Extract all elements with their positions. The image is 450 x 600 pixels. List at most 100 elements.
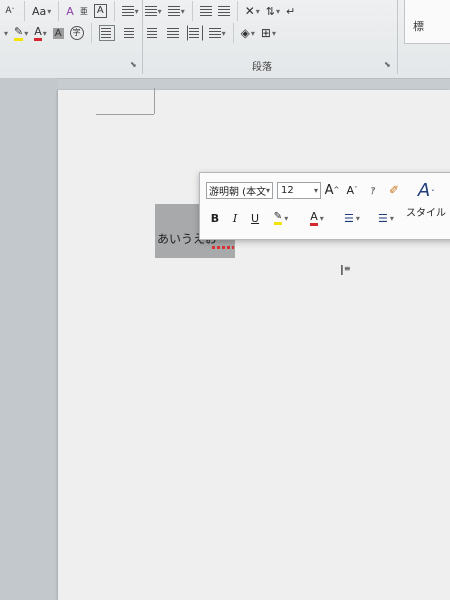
- chevron-down-icon: ▾: [284, 213, 289, 223]
- show-marks-button[interactable]: ↵: [283, 2, 298, 20]
- font-color-icon: A: [310, 210, 318, 226]
- bold-button[interactable]: B: [208, 209, 222, 227]
- paragraph-group-label: 段落: [252, 62, 272, 73]
- i-beam-cursor-icon: I≡: [340, 264, 351, 279]
- divider: [236, 1, 238, 21]
- grow-font-button[interactable]: A ^: [324, 181, 340, 199]
- borders-button[interactable]: ⊞ ▾: [258, 24, 279, 42]
- chevron-down-icon: ▾: [47, 6, 52, 16]
- chevron-down-icon: ▾: [265, 186, 270, 195]
- font-color-button[interactable]: A ▾: [304, 209, 330, 227]
- align-right-icon: [142, 25, 159, 41]
- italic-button[interactable]: I: [228, 209, 242, 227]
- paragraph-mark-icon: ↵: [286, 4, 296, 18]
- styles-label: スタイル: [406, 208, 446, 219]
- font-size-value: 12: [281, 185, 294, 196]
- format-painter-button[interactable]: ✐: [386, 181, 402, 199]
- font-name-select[interactable]: 游明朝 (本文 ▾: [206, 182, 273, 199]
- chevron-down-icon: ▾: [271, 28, 276, 38]
- ribbon-row-1: Aˇ Aa ▾ A 亜 A ▾ ▾ ▾ ✕ ▾ ⇅ ▾ ↵: [0, 0, 298, 22]
- distributed-button[interactable]: [184, 24, 206, 42]
- bold-icon: B: [210, 211, 220, 225]
- divider: [24, 1, 25, 21]
- margin-corner-mark: [154, 88, 155, 114]
- change-case-button[interactable]: Aa ▾: [29, 2, 54, 20]
- group-divider: [142, 0, 143, 74]
- align-center-button[interactable]: [118, 24, 140, 42]
- align-left-button[interactable]: [96, 24, 118, 42]
- divider: [191, 1, 193, 21]
- chevron-down-icon: ▾: [42, 28, 47, 38]
- align-center-icon: [120, 25, 137, 41]
- highlight-color-button[interactable]: ✎ ▾: [268, 209, 294, 227]
- margin-corner-mark: [96, 114, 154, 115]
- sort-icon: ⇅: [265, 4, 275, 18]
- multilevel-list-button[interactable]: ▾: [165, 2, 188, 20]
- bullets-button[interactable]: ▾: [119, 2, 142, 20]
- chevron-down-icon[interactable]: ▾: [0, 24, 11, 42]
- numbering-button[interactable]: ▾: [142, 2, 165, 20]
- numbered-list-icon: ☰: [378, 211, 388, 225]
- group-divider: [397, 0, 398, 74]
- chevron-down-icon: ▾: [355, 213, 360, 223]
- divider: [58, 1, 60, 21]
- shading-button[interactable]: ◈ ▾: [238, 24, 258, 42]
- font-size-select[interactable]: 12 ▾: [277, 182, 321, 199]
- styles-button[interactable]: Aˇ スタイル: [406, 180, 446, 220]
- divider: [90, 23, 92, 43]
- enclose-characters-icon: 字: [69, 26, 84, 40]
- character-border-icon: A: [93, 4, 107, 18]
- font-name-value: 游明朝 (本文: [209, 187, 267, 198]
- clear-formatting-icon: A: [66, 4, 74, 18]
- decrease-indent-button[interactable]: [197, 2, 215, 20]
- furigana-button[interactable]: ｱ: [366, 181, 380, 199]
- line-spacing-button[interactable]: ▾: [206, 24, 229, 42]
- text-direction-button[interactable]: ✕ ▾: [242, 2, 263, 20]
- clear-formatting-button[interactable]: A: [63, 2, 77, 20]
- change-case-label: Aa: [32, 4, 47, 18]
- furigana-icon: 亜: [79, 6, 88, 16]
- underline-button[interactable]: U: [248, 209, 262, 227]
- text-direction-icon: ✕: [244, 4, 255, 18]
- document-page[interactable]: [58, 90, 450, 600]
- highlight-color-button[interactable]: ✎ ▾: [11, 24, 31, 42]
- font-color-button[interactable]: A ▾: [31, 24, 50, 42]
- justify-icon: [164, 25, 181, 41]
- styles-gallery[interactable]: 標: [404, 0, 450, 44]
- shrink-font-button[interactable]: Aˇ: [0, 2, 20, 20]
- grow-font-icon: A: [324, 182, 334, 198]
- distributed-icon: [186, 25, 203, 41]
- chevron-down-icon: ▾: [319, 213, 324, 223]
- shrink-font-button[interactable]: Aˇ: [344, 181, 360, 199]
- character-shading-icon: A: [52, 27, 64, 39]
- paint-bucket-icon: ◈: [240, 26, 250, 40]
- styles-icon: Aˇ: [417, 180, 435, 201]
- justify-button[interactable]: [162, 24, 184, 42]
- chevron-down-icon: ▾: [389, 213, 394, 223]
- chevron-down-icon: ▾: [4, 28, 9, 38]
- mini-toolbar: 游明朝 (本文 ▾ 12 ▾ A ^ Aˇ ｱ ✐ Aˇ スタイル B I U ✎…: [199, 172, 450, 240]
- chevron-down-icon: ▾: [255, 6, 260, 16]
- font-dialog-launcher-icon[interactable]: ⬊: [130, 60, 137, 69]
- spelling-underline: [212, 246, 234, 249]
- character-border-button[interactable]: A: [91, 2, 110, 20]
- shrink-font-icon: A: [346, 183, 355, 197]
- increase-indent-icon: [217, 6, 230, 16]
- divider: [232, 23, 234, 43]
- increase-indent-button[interactable]: [215, 2, 233, 20]
- navigation-margin: [0, 78, 58, 600]
- enclose-characters-button[interactable]: 字: [67, 24, 87, 42]
- furigana-button[interactable]: 亜: [77, 2, 91, 20]
- decrease-indent-icon: [199, 6, 212, 16]
- numbering-button[interactable]: ☰ ▾: [372, 209, 400, 227]
- paragraph-dialog-launcher-icon[interactable]: ⬊: [384, 60, 391, 69]
- format-painter-icon: ✐: [388, 183, 400, 197]
- bullet-list-icon: ☰: [344, 211, 354, 225]
- bullets-button[interactable]: ☰ ▾: [338, 209, 366, 227]
- underline-icon: U: [250, 211, 260, 225]
- style-standard[interactable]: 標: [413, 20, 424, 33]
- sort-button[interactable]: ⇅ ▾: [263, 2, 283, 20]
- chevron-down-icon: ▾: [180, 6, 185, 16]
- ribbon-row-2: ▾ ✎ ▾ A ▾ A 字 ▾ ◈ ▾ ⊞ ▾: [0, 22, 279, 44]
- character-shading-button[interactable]: A: [50, 24, 67, 42]
